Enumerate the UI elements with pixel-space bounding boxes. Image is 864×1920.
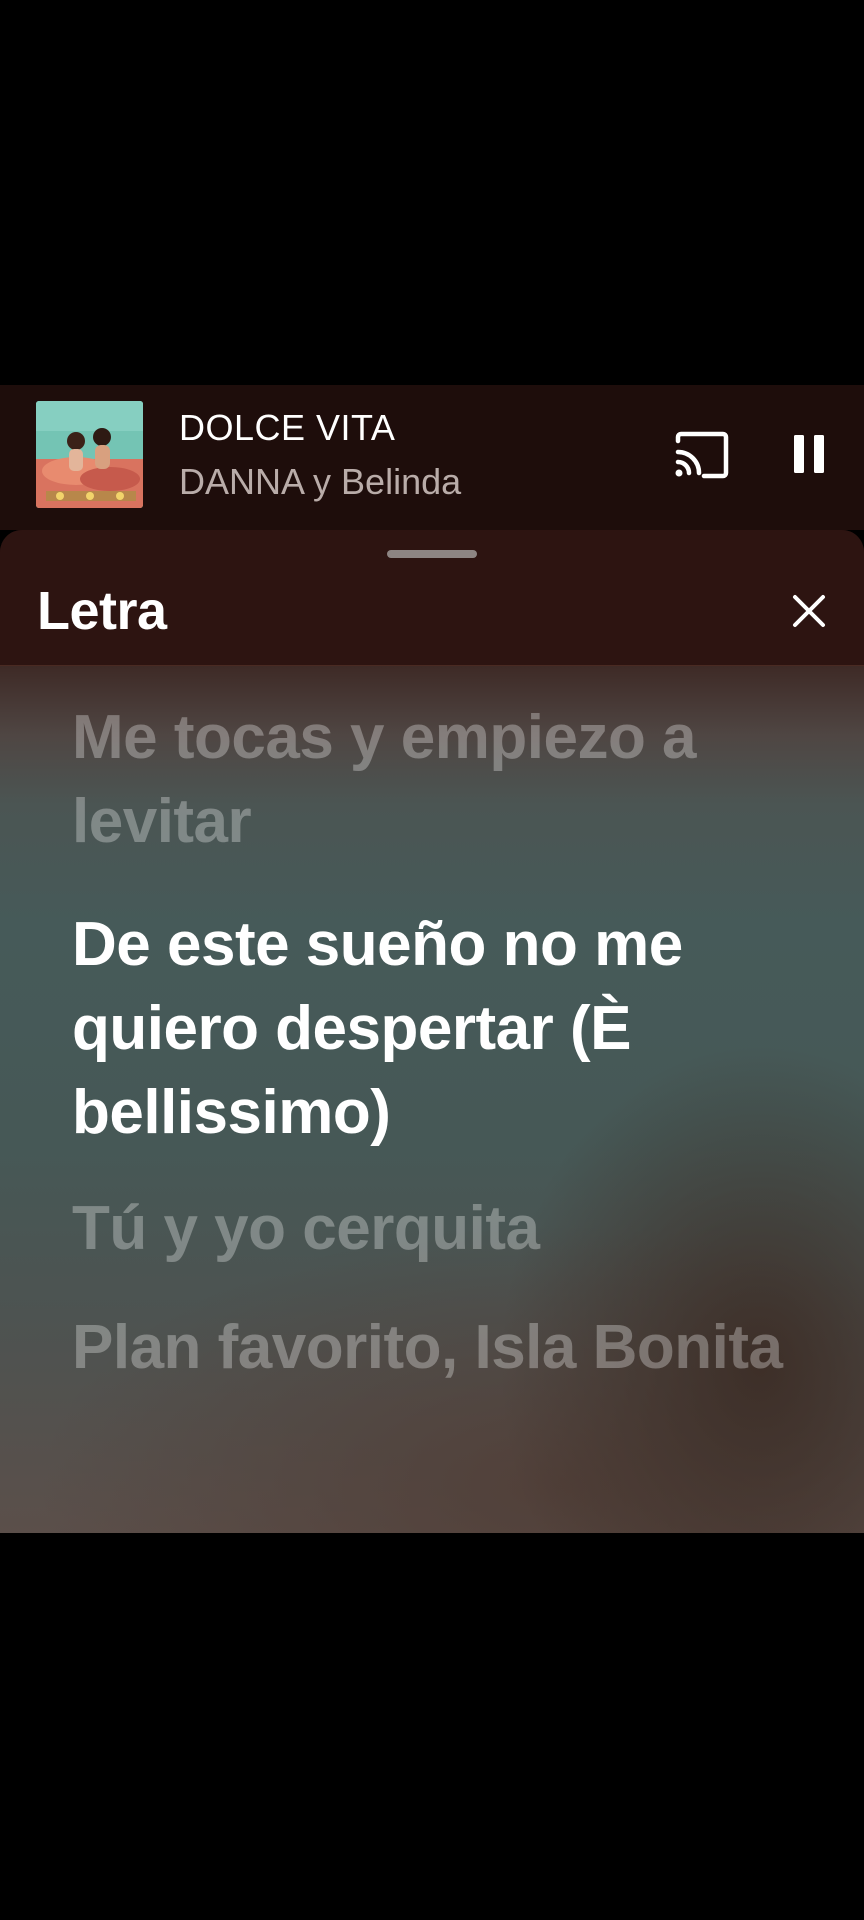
close-lyrics-button[interactable]: [786, 588, 832, 634]
music-app-screen: DOLCE VITA DANNA y Belinda Letra Me toca…: [0, 0, 864, 1920]
cast-button[interactable]: [672, 429, 732, 481]
lyric-line-past[interactable]: Me tocas y empiezo a levitar: [72, 696, 812, 864]
mini-player[interactable]: DOLCE VITA DANNA y Belinda: [0, 385, 864, 530]
close-icon: [793, 595, 825, 627]
lyrics-header: Letra: [0, 530, 864, 666]
track-artist[interactable]: DANNA y Belinda: [179, 461, 461, 503]
album-art[interactable]: [36, 401, 143, 508]
lyric-line-current[interactable]: De este sueño no me quiero despertar (È …: [72, 903, 812, 1155]
lyric-line-upcoming[interactable]: Plan favorito, Isla Bonita: [72, 1306, 812, 1390]
lyrics-title: Letra: [37, 581, 167, 641]
cast-icon: [675, 431, 729, 479]
pause-button[interactable]: [786, 431, 832, 477]
drag-handle[interactable]: [387, 550, 477, 558]
lyric-line-upcoming[interactable]: Tú y yo cerquita: [72, 1187, 812, 1271]
lyrics-sheet: Letra Me tocas y empiezo a levitar De es…: [0, 530, 864, 1533]
album-cover-image: [36, 401, 143, 508]
pause-icon: [794, 435, 824, 473]
track-title[interactable]: DOLCE VITA: [179, 407, 395, 449]
lyrics-scroll-area[interactable]: Me tocas y empiezo a levitar De este sue…: [0, 666, 864, 1533]
